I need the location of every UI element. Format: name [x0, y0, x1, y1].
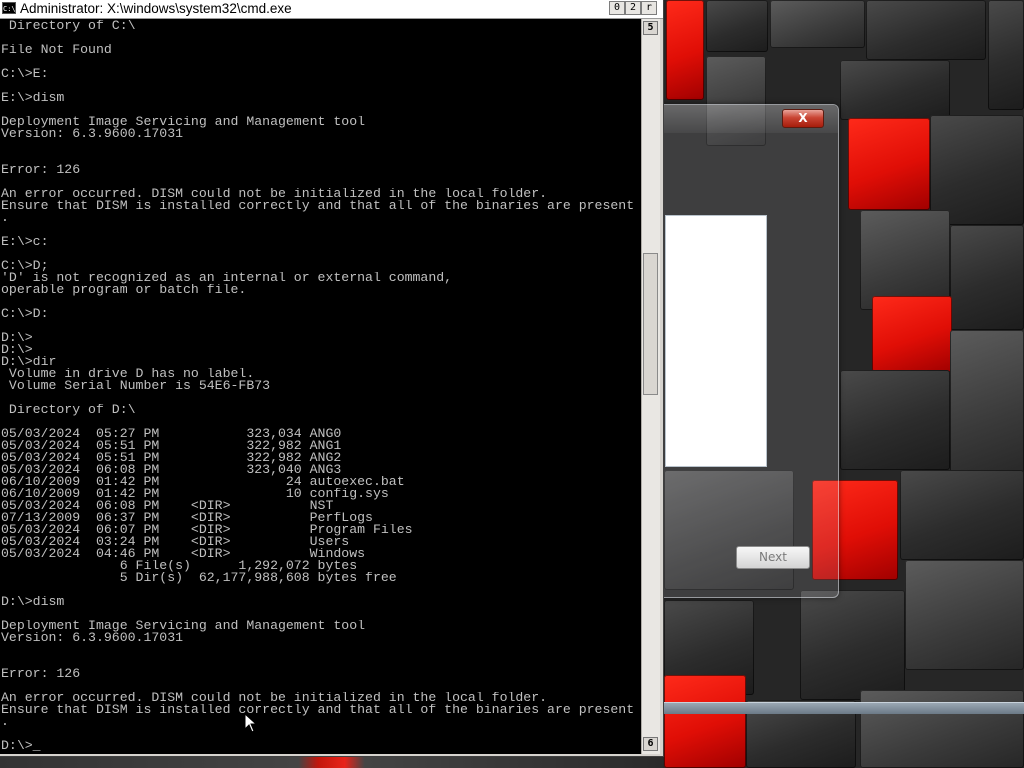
background-strip [0, 757, 663, 768]
console-line: 06/10/2009 01:42 PM 10 config.sys [1, 488, 389, 500]
cmd-titlebar[interactable]: C:\ Administrator: X:\windows\system32\c… [0, 0, 663, 19]
console-line: 05/03/2024 05:51 PM 322,982 ANG2 [1, 452, 342, 464]
cmd-window: C:\ Administrator: X:\windows\system32\c… [0, 0, 664, 757]
console-line: 07/13/2009 06:37 PM <DIR> PerfLogs [1, 512, 373, 524]
console-line: An error occurred. DISM could not be ini… [1, 692, 548, 704]
console-line: D:\>dir [1, 356, 57, 368]
console-line: 05/03/2024 04:46 PM <DIR> Windows [1, 548, 366, 560]
console-line: E:\>c: [1, 236, 49, 248]
window-title: Administrator: X:\windows\system32\cmd.e… [20, 1, 292, 16]
maximize-button[interactable]: 2 [625, 1, 641, 15]
next-button[interactable]: Next [736, 546, 810, 569]
console-line: D:\> [1, 332, 33, 344]
console-text: Directory of C:\ File Not Found C:\>E: E:\>… [1, 20, 634, 752]
setup-content-panel [665, 215, 767, 467]
console-line: Volume Serial Number is 54E6-FB73 [1, 380, 271, 392]
console-line: D:\>dism [1, 596, 65, 608]
console-line: Version: 6.3.9600.17031 [1, 632, 184, 644]
close-button[interactable]: r [641, 1, 657, 15]
console-line: . [1, 716, 9, 728]
console-line: Deployment Image Servicing and Managemen… [1, 116, 366, 128]
console-line: 6 File(s) 1,292,072 bytes [1, 560, 358, 572]
console-line: 05/03/2024 06:08 PM <DIR> NST [1, 500, 334, 512]
setup-window: X Next [640, 104, 839, 598]
console-line: 'D' is not recognized as an internal or … [1, 272, 453, 284]
scroll-down-arrow[interactable]: 6 [643, 737, 658, 751]
console-line: File Not Found [1, 44, 112, 56]
console-line: Ensure that DISM is installed correctly … [1, 704, 635, 716]
console-line: 05/03/2024 06:08 PM 323,040 ANG3 [1, 464, 342, 476]
console-line: 05/03/2024 05:51 PM 322,982 ANG1 [1, 440, 342, 452]
console-line: Error: 126 [1, 164, 81, 176]
scrollbar-thumb[interactable] [643, 253, 658, 395]
console-line: Error: 126 [1, 668, 81, 680]
scroll-up-arrow[interactable]: 5 [643, 21, 658, 35]
mouse-pointer-icon [244, 713, 258, 733]
console-line: 05/03/2024 05:27 PM 323,034 ANG0 [1, 428, 342, 440]
console-output[interactable]: Directory of C:\ File Not Found C:\>E: E:\>… [0, 19, 641, 754]
console-line: C:\>D: [1, 308, 49, 320]
console-line: D:\> [1, 344, 33, 356]
console-line: D:\>_ [1, 740, 41, 752]
console-line: Version: 6.3.9600.17031 [1, 128, 184, 140]
console-line: E:\>dism [1, 92, 65, 104]
console-line: 05/03/2024 06:07 PM <DIR> Program Files [1, 524, 413, 536]
console-line: . [1, 212, 9, 224]
console-line: C:\>D; [1, 260, 49, 272]
taskbar-strip [663, 702, 1024, 714]
console-line: Directory of D:\ [1, 404, 136, 416]
console-line: Deployment Image Servicing and Managemen… [1, 620, 366, 632]
minimize-button[interactable]: 0 [609, 1, 625, 15]
console-line: C:\>E: [1, 68, 49, 80]
console-line: operable program or batch file. [1, 284, 247, 296]
console-line: Volume in drive D has no label. [1, 368, 255, 380]
vertical-scrollbar[interactable]: 5 6 [641, 19, 660, 754]
console-line: An error occurred. DISM could not be ini… [1, 188, 548, 200]
console-line: Directory of C:\ [1, 20, 136, 32]
console-line: 06/10/2009 01:42 PM 24 autoexec.bat [1, 476, 405, 488]
cmd-app-icon[interactable]: C:\ [2, 2, 16, 14]
console-line: 05/03/2024 03:24 PM <DIR> Users [1, 536, 350, 548]
setup-close-button[interactable]: X [782, 109, 824, 128]
console-line: 5 Dir(s) 62,177,988,608 bytes free [1, 572, 397, 584]
console-line: Ensure that DISM is installed correctly … [1, 200, 635, 212]
